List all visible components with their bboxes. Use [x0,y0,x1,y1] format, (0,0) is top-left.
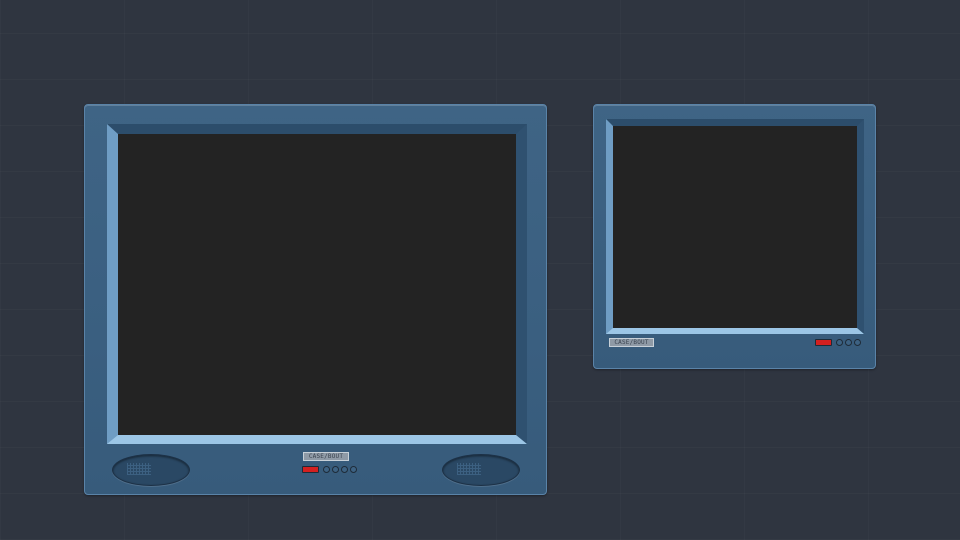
right-speaker-grille-icon [442,454,520,486]
large-monitor-button-1[interactable] [323,466,330,473]
small-monitor-screen[interactable] [613,126,857,328]
small-monitor-controls [815,339,861,346]
large-monitor-controls [302,466,357,473]
small-monitor-power-led-icon[interactable] [815,339,832,346]
large-monitor-bezel [107,124,527,444]
small-monitor-bezel [606,119,864,334]
small-monitor-button-2[interactable] [845,339,852,346]
small-monitor-button-1[interactable] [836,339,843,346]
large-monitor-brand-label: CASE/BOUT [303,452,349,461]
large-monitor-button-3[interactable] [341,466,348,473]
large-monitor: CASE/BOUT [84,104,547,495]
small-monitor-button-3[interactable] [854,339,861,346]
large-monitor-power-led-icon[interactable] [302,466,319,473]
small-monitor-brand-label: CASE/BOUT [609,338,654,347]
large-monitor-button-4[interactable] [350,466,357,473]
large-monitor-button-2[interactable] [332,466,339,473]
small-monitor: CASE/BOUT [593,104,876,369]
large-monitor-screen[interactable] [118,134,516,435]
left-speaker-grille-icon [112,454,190,486]
